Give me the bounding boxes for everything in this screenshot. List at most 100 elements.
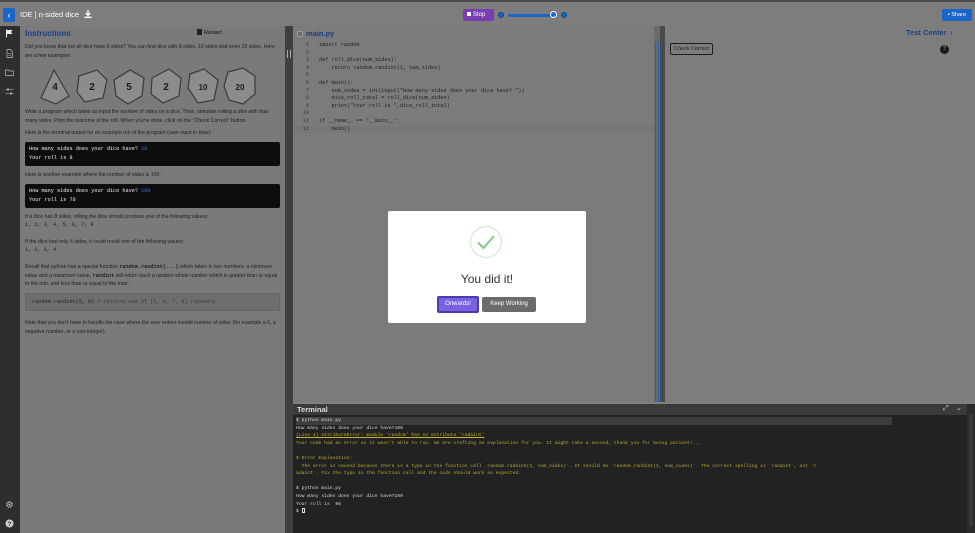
breadcrumb: IDE | n-sided dice bbox=[20, 10, 92, 19]
help-icon[interactable]: ? bbox=[940, 45, 949, 54]
randint-code-example: random.randint(5, 8) # returns one of [5… bbox=[25, 292, 280, 312]
gear-icon[interactable] bbox=[5, 500, 14, 509]
terminal-line: Your code had an error so it wasn't able… bbox=[296, 440, 702, 446]
example2-terminal: How many sides does your dice have? 100 … bbox=[25, 183, 280, 208]
chevron-down-icon[interactable]: ⌄ bbox=[956, 404, 962, 412]
line-number: 1 bbox=[305, 42, 309, 48]
example1-prompt: How many sides does your dice have? bbox=[29, 145, 142, 152]
chevron-right-icon[interactable]: › bbox=[950, 28, 953, 37]
help-icon[interactable]: ? bbox=[5, 519, 14, 528]
speed-thumb[interactable] bbox=[550, 11, 557, 18]
back-button[interactable]: ‹ bbox=[3, 8, 15, 22]
die-image: 4 bbox=[40, 68, 70, 105]
example1-label: Here is the terminal output for an examp… bbox=[25, 130, 212, 137]
stop-icon bbox=[467, 12, 471, 16]
line-number: 5 bbox=[305, 72, 309, 79]
code-line[interactable]: 1 import random bbox=[293, 42, 654, 50]
line-source[interactable] bbox=[309, 110, 319, 118]
terminal-panel[interactable]: Terminal ⤢ ⌄ $ python main.py How many si… bbox=[293, 404, 967, 533]
share-label: Share bbox=[951, 12, 967, 18]
die-image: 5 bbox=[113, 69, 145, 105]
line-number: 10 bbox=[302, 110, 309, 117]
keep-working-button[interactable]: Keep Working bbox=[482, 297, 536, 312]
code-line[interactable]: 10 bbox=[293, 110, 654, 118]
line-number: 2 bbox=[305, 49, 309, 56]
file-icon[interactable] bbox=[5, 49, 14, 58]
speed-slider[interactable] bbox=[498, 10, 568, 20]
left-rail: ? bbox=[0, 26, 20, 533]
instructions-header: Instructions Restart bbox=[20, 26, 285, 40]
file-tab-main[interactable]: main.py bbox=[297, 29, 334, 38]
randint-text-a: Recall that python has a special functio… bbox=[25, 263, 120, 270]
terminal-line: $ Error Explanation: bbox=[296, 455, 353, 461]
folder-icon[interactable] bbox=[5, 68, 14, 77]
eight-sides-label: If a dice has 8 sides, rolling the dice … bbox=[25, 213, 209, 220]
example1-terminal: How many sides does your dice have? 10 Y… bbox=[25, 141, 280, 166]
terminal-cursor bbox=[301, 508, 305, 514]
line-number: 12 bbox=[302, 125, 309, 132]
restart-button[interactable]: Restart bbox=[197, 29, 222, 36]
panel-splitter[interactable] bbox=[285, 26, 293, 533]
line-source[interactable] bbox=[309, 72, 319, 80]
code-line[interactable]: 11 if __name__ == '__main__': bbox=[293, 118, 654, 126]
terminal-line: (Line 4) AttributeError: module 'random'… bbox=[296, 433, 485, 439]
code-line[interactable]: 6 def main(): bbox=[293, 80, 654, 88]
terminal-output[interactable]: $ python main.py How many sides does your… bbox=[293, 415, 967, 518]
die-image: 2 bbox=[150, 68, 182, 104]
line-source[interactable] bbox=[309, 50, 319, 58]
file-tab-label: main.py bbox=[306, 29, 335, 38]
test-center-title: Test Center bbox=[906, 28, 947, 37]
code-line[interactable]: 9 print("Your roll is ",dice_roll_total) bbox=[293, 103, 654, 111]
code-line[interactable]: 7 num_sides = int(input("How many sides … bbox=[293, 88, 654, 96]
line-source[interactable]: if __name__ == '__main__': bbox=[309, 118, 400, 126]
example2-prompt: How many sides does your dice have? bbox=[29, 187, 142, 194]
restart-icon bbox=[197, 29, 202, 35]
settings-sliders-icon[interactable] bbox=[5, 87, 14, 96]
top-bar: ‹ IDE | n-sided dice Stop ▪ Share bbox=[0, 0, 975, 26]
code-line[interactable]: 4 return random.randint(1, num_sides) bbox=[293, 65, 654, 73]
share-button[interactable]: ▪ Share bbox=[942, 9, 972, 21]
die-face-label: 2 bbox=[163, 82, 169, 93]
splitter-grip[interactable] bbox=[287, 50, 291, 58]
checkmark-icon bbox=[469, 225, 503, 259]
expand-icon[interactable]: ⤢ bbox=[943, 405, 949, 413]
code-line[interactable]: 12 main() bbox=[293, 125, 654, 134]
randint-fn: random.randint(...) bbox=[119, 263, 179, 270]
instructions-title: Instructions bbox=[25, 29, 71, 38]
line-source[interactable]: dice_roll_total = roll_dice(num_sides) bbox=[309, 95, 449, 103]
eight-sides-values: 1, 2, 3, 4, 5, 6, 7, 8 bbox=[25, 222, 94, 229]
line-source[interactable]: num_sides = int(input("How many sides do… bbox=[309, 88, 524, 96]
die-face-label: 2 bbox=[89, 82, 95, 93]
terminal-scrollbar[interactable] bbox=[967, 404, 975, 533]
download-icon[interactable] bbox=[84, 10, 92, 18]
code-example: random.randint(5, 8) bbox=[32, 298, 95, 305]
onwards-button[interactable]: Onwards! bbox=[437, 296, 479, 313]
flag-icon[interactable] bbox=[5, 29, 14, 38]
instructions-panel: Instructions Restart Did you know that n… bbox=[20, 26, 285, 533]
code-line[interactable]: 3 def roll_dice(num_sides): bbox=[293, 57, 654, 65]
terminal-scroll-thumb[interactable] bbox=[969, 414, 973, 526]
stop-button[interactable]: Stop bbox=[463, 9, 494, 21]
svg-text:?: ? bbox=[8, 522, 12, 528]
line-source[interactable]: def main(): bbox=[309, 80, 353, 88]
line-source[interactable]: return random.randint(1, num_sides) bbox=[309, 65, 440, 73]
code-line[interactable]: 5 bbox=[293, 72, 654, 80]
code-line[interactable]: 2 bbox=[293, 50, 654, 58]
code-lines[interactable]: 1 import random 2 3 def roll_dice(num_sides)… bbox=[293, 42, 654, 134]
speed-track[interactable] bbox=[508, 14, 554, 17]
terminal-line: $ python main.py bbox=[296, 486, 342, 492]
editor-scroll-thumb[interactable] bbox=[655, 42, 659, 402]
check-correct-button[interactable]: Check Correct bbox=[670, 43, 713, 55]
line-source[interactable]: print("Your roll is ",dice_roll_total) bbox=[309, 103, 449, 111]
line-source[interactable]: import random bbox=[309, 42, 359, 50]
line-number: 6 bbox=[305, 79, 309, 86]
line-source[interactable]: main() bbox=[309, 126, 350, 134]
die-face-label: 10 bbox=[199, 83, 208, 92]
randint-text: Recall that python has a special functio… bbox=[25, 263, 280, 289]
die-face-label: 4 bbox=[52, 82, 58, 93]
code-line[interactable]: 8 dice_roll_total = roll_dice(num_sides) bbox=[293, 95, 654, 103]
randint-fn2: randint bbox=[92, 272, 115, 279]
terminal-line: How many sides does your dice have?100 bbox=[296, 493, 403, 499]
line-source[interactable]: def roll_dice(num_sides): bbox=[309, 57, 397, 65]
